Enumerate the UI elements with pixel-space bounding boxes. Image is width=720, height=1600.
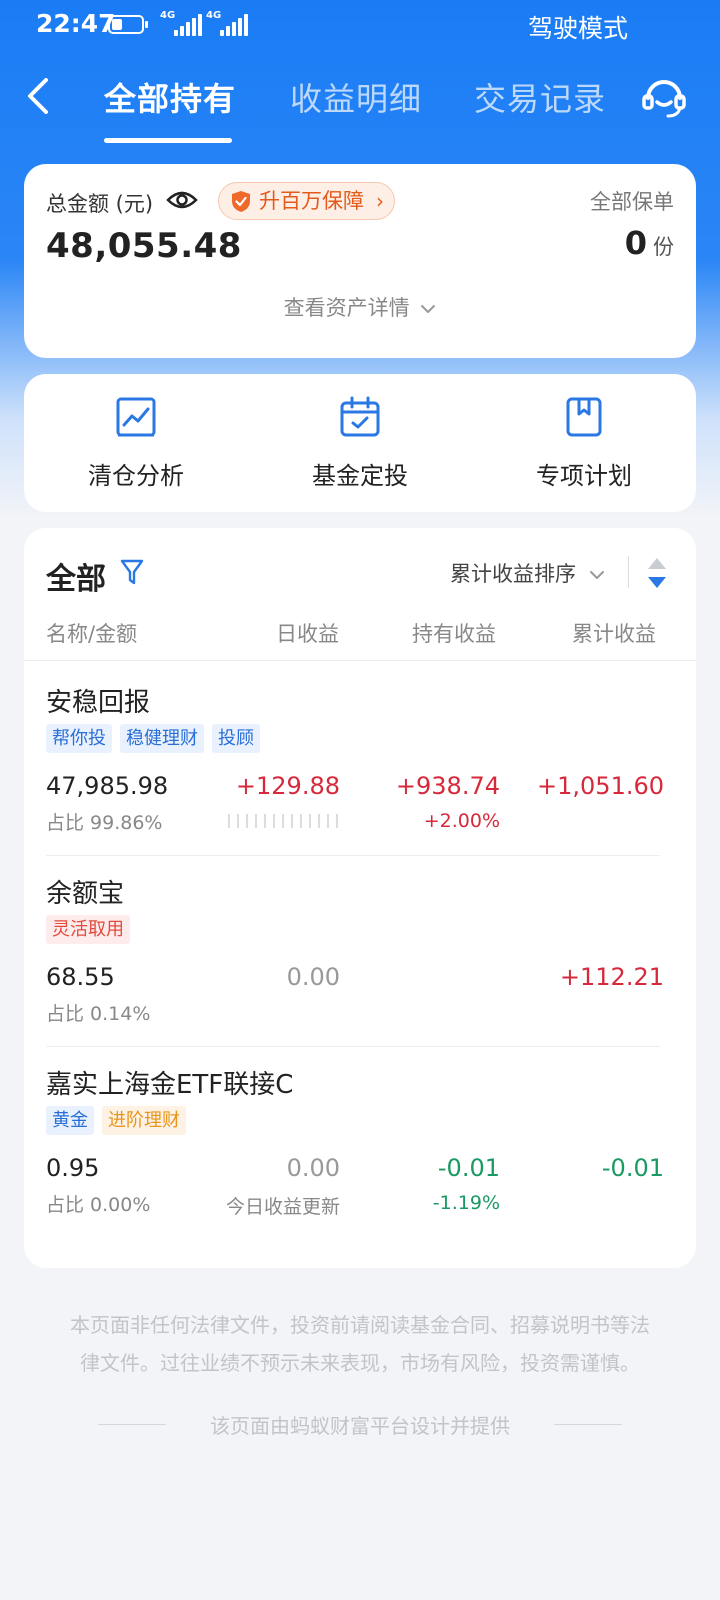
divider <box>554 1424 622 1425</box>
column-headers: 名称/金额 日收益 持有收益 累计收益 <box>24 618 696 658</box>
bookmark-book-icon <box>566 397 602 437</box>
fund-tag: 灵活取用 <box>46 915 130 944</box>
chevron-down-icon <box>421 305 436 313</box>
fund-amount: 0.95 <box>46 1154 100 1182</box>
holdings-card: 全部 累计收益排序 名称/金额 日收益 持有收益 累计收益 安稳回报 帮你投 稳健… <box>24 528 696 1268</box>
fund-tag: 黄金 <box>46 1106 94 1135</box>
fund-cumulative-income: +1,051.60 <box>537 772 664 800</box>
tools-card: 清仓分析 基金定投 专项计划 <box>24 374 696 512</box>
tool-label: 基金定投 <box>312 462 408 490</box>
guard-badge-label: 升百万保障 <box>259 189 364 213</box>
fund-name: 余额宝 <box>46 879 125 909</box>
col-cumulative-income: 累计收益 <box>572 622 656 646</box>
calendar-check-icon <box>340 396 380 437</box>
fund-row[interactable]: 余额宝 灵活取用 68.55 占比 0.14% 0.00 +112.21 <box>24 853 696 1047</box>
daily-income-update-note: 今日收益更新 <box>225 1196 340 1218</box>
fund-daily-income: +129.88 <box>235 772 340 800</box>
special-plan-button[interactable]: 专项计划 <box>472 396 696 491</box>
fund-holding-rate: -1.19% <box>432 1192 500 1214</box>
status-time: 22:47 <box>36 9 116 38</box>
filter-icon[interactable] <box>120 558 144 586</box>
battery-icon <box>108 15 148 34</box>
sort-label: 累计收益排序 <box>450 562 576 586</box>
policy-count[interactable]: 0份 <box>625 224 674 262</box>
tab-transaction-record[interactable]: 交易记录 <box>474 74 606 120</box>
active-tab-indicator <box>104 138 232 143</box>
fund-daily-income: 0.00 <box>286 1154 340 1182</box>
fund-row[interactable]: 嘉实上海金ETF联接C 黄金 进阶理财 0.95 占比 0.00% 0.00 今日… <box>24 1044 696 1238</box>
fund-cumulative-income: -0.01 <box>601 1154 664 1182</box>
chevron-down-icon <box>589 571 604 579</box>
sort-divider <box>628 556 629 588</box>
chevron-right-icon: › <box>376 189 384 213</box>
tab-all-holdings[interactable]: 全部持有 <box>104 74 236 120</box>
fund-tag: 稳健理财 <box>120 724 204 753</box>
fund-auto-invest-button[interactable]: 基金定投 <box>248 396 472 491</box>
tool-label: 清仓分析 <box>88 462 184 490</box>
guard-upgrade-badge[interactable]: 升百万保障 › <box>218 182 395 220</box>
policy-count-unit: 份 <box>653 235 674 259</box>
all-policies-label[interactable]: 全部保单 <box>590 186 674 216</box>
disclaimer-line: 律文件。过往业绩不预示未来表现，市场有风险，投资需谨慎。 <box>80 1351 640 1375</box>
total-amount-label: 总金额 (元) <box>46 192 154 216</box>
col-name-amount: 名称/金额 <box>46 622 138 646</box>
policy-count-value: 0 <box>624 224 647 262</box>
fund-tag: 投顾 <box>212 724 260 753</box>
driving-mode-label[interactable]: 驾驶模式 <box>528 9 628 45</box>
shield-check-icon <box>232 191 250 212</box>
fund-holding-income: +938.74 <box>395 772 500 800</box>
fund-name: 安稳回报 <box>46 688 151 718</box>
fund-tags: 帮你投 稳健理财 投顾 <box>46 724 268 754</box>
fund-amount: 68.55 <box>46 963 115 991</box>
asset-summary-card: 总金额 (元) 升百万保障 › 48,055.48 全部保单 0份 查看资产详情 <box>24 164 696 358</box>
divider <box>24 660 696 661</box>
fund-tag: 帮你投 <box>46 724 112 753</box>
fund-daily-income: 0.00 <box>286 963 340 991</box>
tool-label: 专项计划 <box>536 462 632 490</box>
network-type-label: 4G <box>160 10 176 21</box>
fund-row[interactable]: 安稳回报 帮你投 稳健理财 投顾 47,985.98 占比 99.86% +129.… <box>24 662 696 856</box>
col-daily-income: 日收益 <box>276 622 339 646</box>
col-holding-income: 持有收益 <box>412 622 496 646</box>
status-bar: 22:47 4G 4G 驾驶模式 <box>0 0 720 48</box>
fund-tags: 黄金 进阶理财 <box>46 1106 194 1136</box>
top-nav: 全部持有 收益明细 交易记录 <box>0 48 720 148</box>
chart-line-icon <box>116 397 156 437</box>
fund-ratio: 占比 0.14% <box>46 1003 151 1025</box>
disclaimer-line: 本页面非任何法律文件，投资前请阅读基金合同、招募说明书等法 <box>70 1313 650 1337</box>
fund-name: 嘉实上海金ETF联接C <box>46 1070 294 1100</box>
fund-tag: 进阶理财 <box>102 1106 186 1135</box>
fund-tags: 灵活取用 <box>46 915 138 945</box>
legal-disclaimer: 本页面非任何法律文件，投资前请阅读基金合同、招募说明书等法 律文件。过往业绩不预… <box>24 1306 696 1382</box>
holdings-title: 全部 <box>46 562 106 597</box>
network-type-label: 4G <box>206 10 222 21</box>
fund-holding-income: -0.01 <box>437 1154 500 1182</box>
fund-cumulative-income: +112.21 <box>559 963 664 991</box>
clearance-analysis-button[interactable]: 清仓分析 <box>24 396 248 491</box>
back-arrow-icon[interactable] <box>24 76 54 116</box>
fund-amount: 47,985.98 <box>46 772 169 800</box>
fund-ratio: 占比 99.86% <box>46 812 163 834</box>
sort-order-icon[interactable] <box>646 556 668 590</box>
sort-dropdown[interactable]: 累计收益排序 <box>450 558 605 588</box>
fund-holding-rate: +2.00% <box>423 810 500 832</box>
asset-detail-label: 查看资产详情 <box>283 296 410 320</box>
eye-icon[interactable] <box>166 188 198 212</box>
fund-ratio: 占比 0.00% <box>46 1194 151 1216</box>
tab-income-detail[interactable]: 收益明细 <box>290 74 422 120</box>
view-asset-detail-link[interactable]: 查看资产详情 <box>24 292 696 322</box>
total-amount-value: 48,055.48 <box>46 226 242 266</box>
customer-service-icon[interactable] <box>640 72 688 120</box>
